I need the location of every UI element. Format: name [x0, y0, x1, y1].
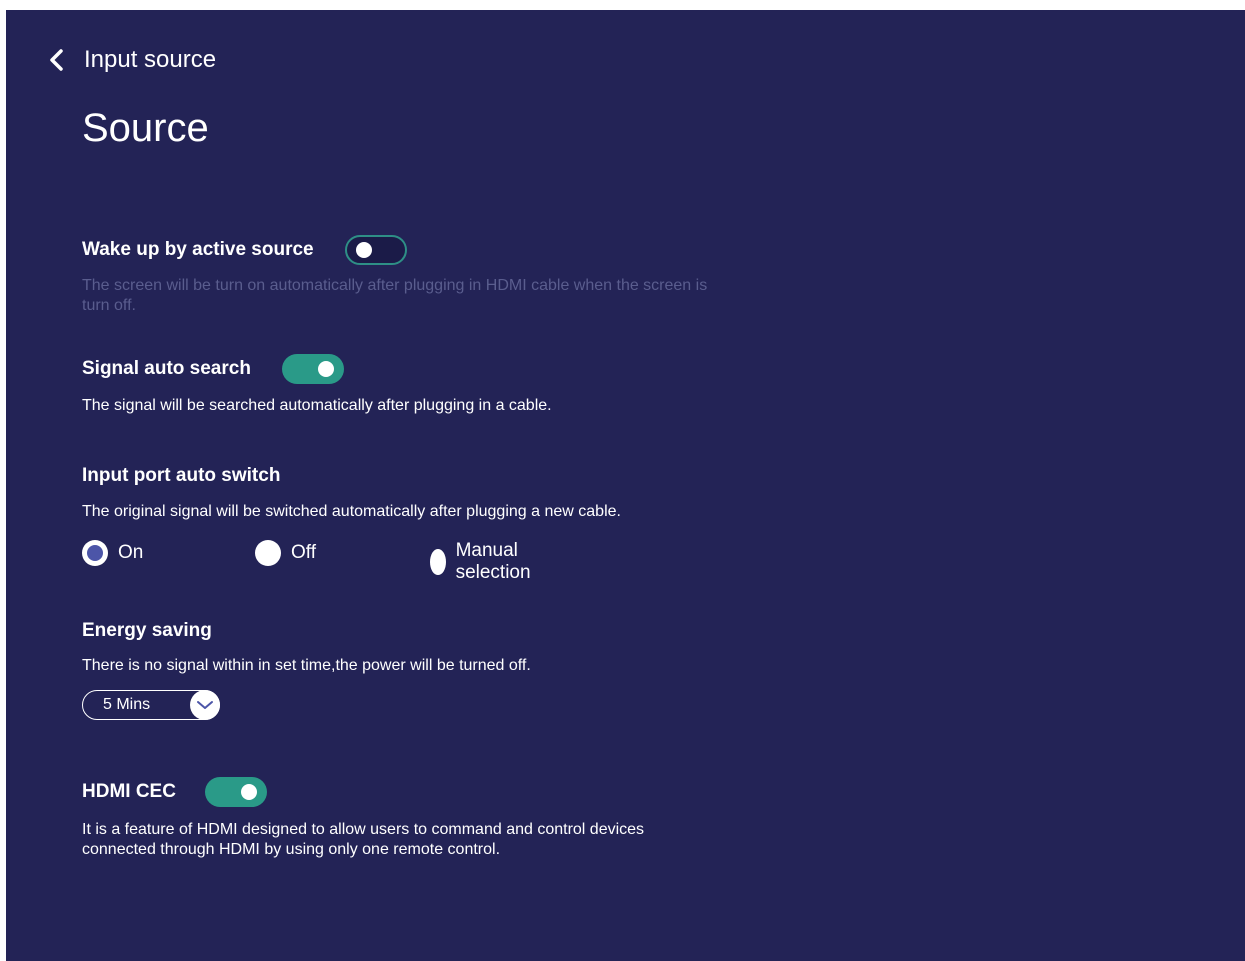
radio-option-manual-selection[interactable]: Manual selection [430, 540, 541, 584]
toggle-knob [356, 242, 372, 258]
wake-up-description: The screen will be turn on automatically… [82, 277, 708, 314]
dropdown-value: 5 Mins [103, 696, 151, 713]
signal-auto-search-toggle[interactable] [282, 354, 344, 384]
toggle-knob [241, 784, 257, 800]
dropdown-button[interactable] [190, 690, 220, 720]
toggle-knob [318, 361, 334, 377]
radio-button[interactable] [430, 549, 446, 575]
radio-button[interactable] [255, 540, 281, 566]
page-title: Source [82, 106, 209, 150]
input-port-auto-switch-title: Input port auto switch [82, 465, 281, 486]
radio-label: Manual selection [455, 540, 531, 583]
back-button[interactable]: Input source [46, 46, 216, 74]
signal-auto-search-title: Signal auto search [82, 358, 251, 379]
signal-auto-search-description: The signal will be searched automaticall… [82, 397, 552, 414]
radio-label: Off [291, 542, 316, 563]
radio-option-off[interactable]: Off [255, 540, 316, 566]
radio-button[interactable] [82, 540, 108, 566]
wake-up-title: Wake up by active source [82, 239, 314, 260]
wake-up-toggle[interactable] [345, 235, 407, 265]
chevron-left-icon[interactable] [46, 46, 66, 74]
settings-screen: Input source Source Wake up by active so… [6, 10, 1245, 961]
energy-saving-title: Energy saving [82, 620, 212, 641]
hdmi-cec-toggle[interactable] [205, 777, 267, 807]
input-port-auto-switch-description: The original signal will be switched aut… [82, 503, 621, 520]
energy-saving-description: There is no signal within in set time,th… [82, 657, 531, 674]
chevron-down-icon [197, 701, 213, 709]
hdmi-cec-description: It is a feature of HDMI designed to allo… [82, 821, 645, 858]
hdmi-cec-title: HDMI CEC [82, 781, 176, 802]
energy-saving-dropdown[interactable]: 5 Mins [82, 690, 220, 720]
radio-label: On [118, 542, 144, 563]
back-label: Input source [84, 46, 217, 73]
radio-option-on[interactable]: On [82, 540, 143, 566]
